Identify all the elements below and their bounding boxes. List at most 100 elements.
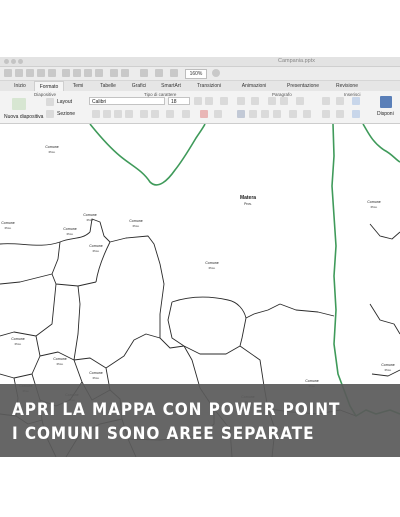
municipal-border (279, 303, 335, 317)
insert-object-icon[interactable] (336, 110, 344, 118)
tab-animazioni[interactable]: Animazioni (234, 81, 274, 91)
gallery-icon[interactable] (170, 69, 178, 77)
tab-tabelle[interactable]: Tabelle (94, 81, 122, 91)
municipal-border (159, 263, 185, 349)
clear-format-icon[interactable] (220, 97, 228, 105)
shrink-font-icon[interactable] (205, 97, 213, 105)
region-border (89, 124, 206, 186)
open-icon[interactable] (26, 69, 34, 77)
templates-icon[interactable] (15, 69, 23, 77)
insert-text-icon[interactable] (336, 97, 344, 105)
town-name: Comune (205, 261, 219, 265)
undo-icon[interactable] (110, 69, 118, 77)
municipal-border (369, 223, 400, 240)
tab-presentazione[interactable]: Presentazione (280, 81, 326, 91)
tab-smartart[interactable]: SmartArt (156, 81, 186, 91)
increase-indent-icon[interactable] (280, 97, 288, 105)
picture-icon[interactable] (352, 97, 360, 105)
copy-icon[interactable] (73, 69, 81, 77)
superscript-icon[interactable] (140, 110, 148, 118)
arrange-button[interactable]: Disponi (377, 111, 394, 117)
new-document-icon[interactable] (4, 69, 12, 77)
redo-icon[interactable] (121, 69, 129, 77)
ribbon: Diapositive Tipo di carattere Paragrafo … (0, 91, 400, 124)
bold-icon[interactable] (92, 110, 100, 118)
municipal-border (35, 283, 57, 337)
help-icon[interactable] (212, 69, 220, 77)
numbering-icon[interactable] (251, 97, 259, 105)
subscript-icon[interactable] (151, 110, 159, 118)
town-name: Comune (381, 363, 395, 367)
print-icon[interactable] (48, 69, 56, 77)
tab-inizio[interactable]: Inizio (8, 81, 32, 91)
section-icon[interactable] (46, 110, 54, 118)
new-slide-icon[interactable] (12, 98, 26, 110)
shape-icon[interactable] (322, 110, 330, 118)
tab-transizioni[interactable]: Transizioni (190, 81, 228, 91)
town-province: Prov. (87, 218, 94, 222)
town-name: Comune (11, 337, 25, 341)
municipal-border (0, 231, 91, 246)
justify-icon[interactable] (273, 110, 281, 118)
align-center-icon[interactable] (249, 110, 257, 118)
change-case-icon[interactable] (214, 110, 222, 118)
layout-icon[interactable] (46, 98, 54, 106)
town-province: Prov. (67, 232, 74, 236)
minimize-window-button[interactable] (11, 59, 16, 64)
grow-font-icon[interactable] (194, 97, 202, 105)
media-icon[interactable] (352, 110, 360, 118)
town-name-matera: Matera (240, 195, 256, 201)
font-size-select[interactable]: 18 (168, 97, 190, 105)
region-border (362, 124, 400, 163)
highlight-icon[interactable] (182, 110, 190, 118)
tab-temi[interactable]: Temi (66, 81, 90, 91)
group-label-slides: Diapositive (34, 92, 57, 97)
insert-picture-icon[interactable] (155, 69, 163, 77)
tab-revisione[interactable]: Revisione (330, 81, 364, 91)
title-bar: Campania.pptx (0, 57, 400, 67)
insert-shape-icon[interactable] (140, 69, 148, 77)
tab-grafici[interactable]: Grafici (126, 81, 152, 91)
section-button[interactable]: Sezione (57, 111, 75, 117)
paste-icon[interactable] (84, 69, 92, 77)
line-spacing-icon[interactable] (296, 97, 304, 105)
text-direction-icon[interactable] (289, 110, 297, 118)
town-province: Prov. (93, 376, 100, 380)
municipal-border (167, 301, 185, 347)
town-province: Prov. (93, 249, 100, 253)
town-province: Prov. (15, 342, 22, 346)
town-name: Comune (1, 221, 15, 225)
municipal-border (0, 273, 53, 285)
caption-banner: APRI LA MAPPA CON POWER POINT I COMUNI S… (0, 384, 400, 457)
align-left-icon[interactable] (237, 110, 245, 118)
strikethrough-icon[interactable] (125, 110, 133, 118)
bullets-icon[interactable] (237, 97, 245, 105)
town-name: Comune (89, 371, 103, 375)
municipal-border (105, 333, 161, 369)
zoom-window-button[interactable] (18, 59, 23, 64)
close-window-button[interactable] (4, 59, 9, 64)
columns-icon[interactable] (303, 110, 311, 118)
italic-icon[interactable] (103, 110, 111, 118)
font-name-select[interactable]: Calibri (89, 97, 165, 105)
layout-button[interactable]: Layout (57, 99, 72, 105)
town-name: Comune (367, 200, 381, 204)
align-right-icon[interactable] (261, 110, 269, 118)
town-name: Comune (45, 145, 59, 149)
zoom-field[interactable]: 160% (185, 69, 207, 79)
text-box-icon[interactable] (322, 97, 330, 105)
text-effects-icon[interactable] (166, 110, 174, 118)
arrange-icon[interactable] (380, 96, 392, 108)
town-labels: Comune Prov. Matera Prov. Comune Prov. C… (1, 145, 395, 416)
town-name: Comune (53, 357, 67, 361)
municipal-border (95, 235, 161, 283)
decrease-indent-icon[interactable] (268, 97, 276, 105)
town-province: Prov. (57, 362, 64, 366)
town-name: Comune (129, 219, 143, 223)
new-slide-label[interactable]: Nuova diapositiva (4, 114, 43, 120)
save-icon[interactable] (37, 69, 45, 77)
format-painter-icon[interactable] (95, 69, 103, 77)
cut-icon[interactable] (62, 69, 70, 77)
font-color-icon[interactable] (200, 110, 208, 118)
underline-icon[interactable] (114, 110, 122, 118)
